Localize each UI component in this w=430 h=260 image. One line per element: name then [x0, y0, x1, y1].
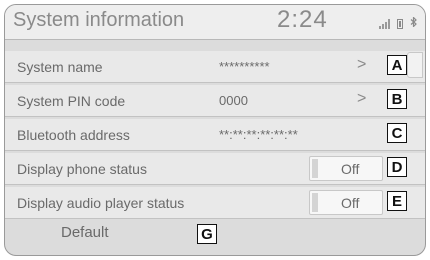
display-phone-status-toggle[interactable]: Off: [309, 156, 383, 181]
bluetooth-icon: [410, 16, 417, 29]
system-pin-code-label: System PIN code: [17, 93, 126, 109]
status-icons: [379, 16, 417, 29]
system-pin-code-row[interactable]: System PIN code 0000 >: [5, 85, 425, 117]
system-information-screen: System information 2:24 System name ****…: [4, 4, 426, 256]
toggle-value: Off: [341, 195, 360, 211]
system-name-row[interactable]: System name ********** >: [5, 51, 425, 83]
callout-tag-e: E: [387, 191, 407, 211]
default-button[interactable]: Default: [61, 224, 109, 241]
callout-tag-a: A: [387, 55, 407, 75]
toggle-indicator: [312, 159, 318, 178]
display-phone-status-row: Display phone status Off: [5, 153, 425, 185]
bluetooth-address-label: Bluetooth address: [17, 127, 130, 143]
page-title: System information: [13, 9, 185, 31]
callout-tag-g: G: [197, 224, 217, 244]
system-name-label: System name: [17, 59, 103, 75]
callout-tag-d: D: [387, 157, 407, 177]
bluetooth-address-row: Bluetooth address **:**:**:**:**:**: [5, 119, 425, 151]
toggle-value: Off: [341, 161, 360, 177]
toggle-indicator: [312, 193, 318, 212]
chevron-right-icon: >: [357, 56, 367, 73]
header-bar: System information 2:24: [5, 5, 425, 40]
display-phone-status-label: Display phone status: [17, 161, 147, 177]
edit-button[interactable]: [407, 52, 423, 78]
display-audio-player-status-row: Display audio player status Off: [5, 187, 425, 219]
chevron-right-icon: >: [357, 90, 367, 107]
display-audio-player-status-toggle[interactable]: Off: [309, 190, 383, 215]
system-name-value: **********: [219, 59, 270, 74]
display-audio-player-status-label: Display audio player status: [17, 195, 185, 211]
system-pin-code-value: 0000: [219, 93, 248, 108]
bluetooth-address-value: **:**:**:**:**:**: [219, 127, 298, 142]
battery-icon: [397, 19, 403, 29]
callout-tag-c: C: [387, 123, 407, 143]
signal-icon: [379, 19, 390, 29]
callout-tag-b: B: [387, 89, 407, 109]
clock: 2:24: [277, 6, 328, 33]
